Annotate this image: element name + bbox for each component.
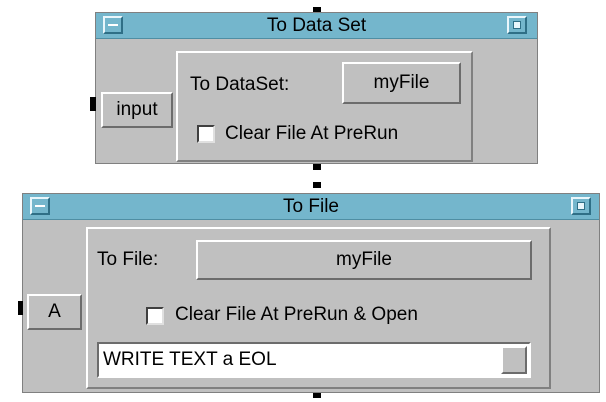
input-pin-a[interactable] [18,301,23,315]
to-dataset-panel: To DataSet: myFile Clear File At PreRun [176,51,473,162]
to-file-object[interactable]: To File A To File: myFile Clear File At … [22,193,600,393]
clear-file-checkbox[interactable] [197,125,215,143]
to-file-titlebar[interactable]: To File [23,194,599,220]
maximize-button[interactable] [571,197,591,215]
clear-file-open-label: Clear File At PreRun & Open [175,304,418,325]
clear-file-label: Clear File At PreRun [225,123,399,144]
sequence-pin-file-in[interactable] [313,182,321,188]
input-terminal-a[interactable]: A [27,294,82,330]
minus-icon [35,205,45,207]
transaction-text: WRITE TEXT a EOL [103,349,277,370]
to-file-panel: To File: myFile Clear File At PreRun & O… [86,227,551,389]
file-name-button[interactable]: myFile [196,240,532,280]
transaction-field[interactable]: WRITE TEXT a EOL [97,342,531,378]
to-dataset-object[interactable]: To Data Set input To DataSet: myFile Cle… [95,12,538,164]
minus-icon [108,24,118,26]
sequence-pin-dataset-out[interactable] [313,163,321,170]
maximize-button[interactable] [507,16,527,34]
minimize-button[interactable] [30,197,50,215]
square-icon [513,21,521,29]
transaction-menu-button[interactable] [501,346,527,374]
to-file-label: To File: [97,249,159,270]
to-dataset-titlebar[interactable]: To Data Set [96,13,537,39]
to-dataset-title: To Data Set [266,15,367,36]
square-icon [577,202,585,210]
minimize-button[interactable] [103,16,123,34]
clear-file-open-checkbox[interactable] [146,307,164,325]
input-pin[interactable] [90,97,96,111]
to-dataset-label: To DataSet: [190,74,290,95]
input-terminal[interactable]: input [101,92,173,128]
to-file-title: To File [283,196,339,217]
dataset-name-button[interactable]: myFile [342,62,461,104]
